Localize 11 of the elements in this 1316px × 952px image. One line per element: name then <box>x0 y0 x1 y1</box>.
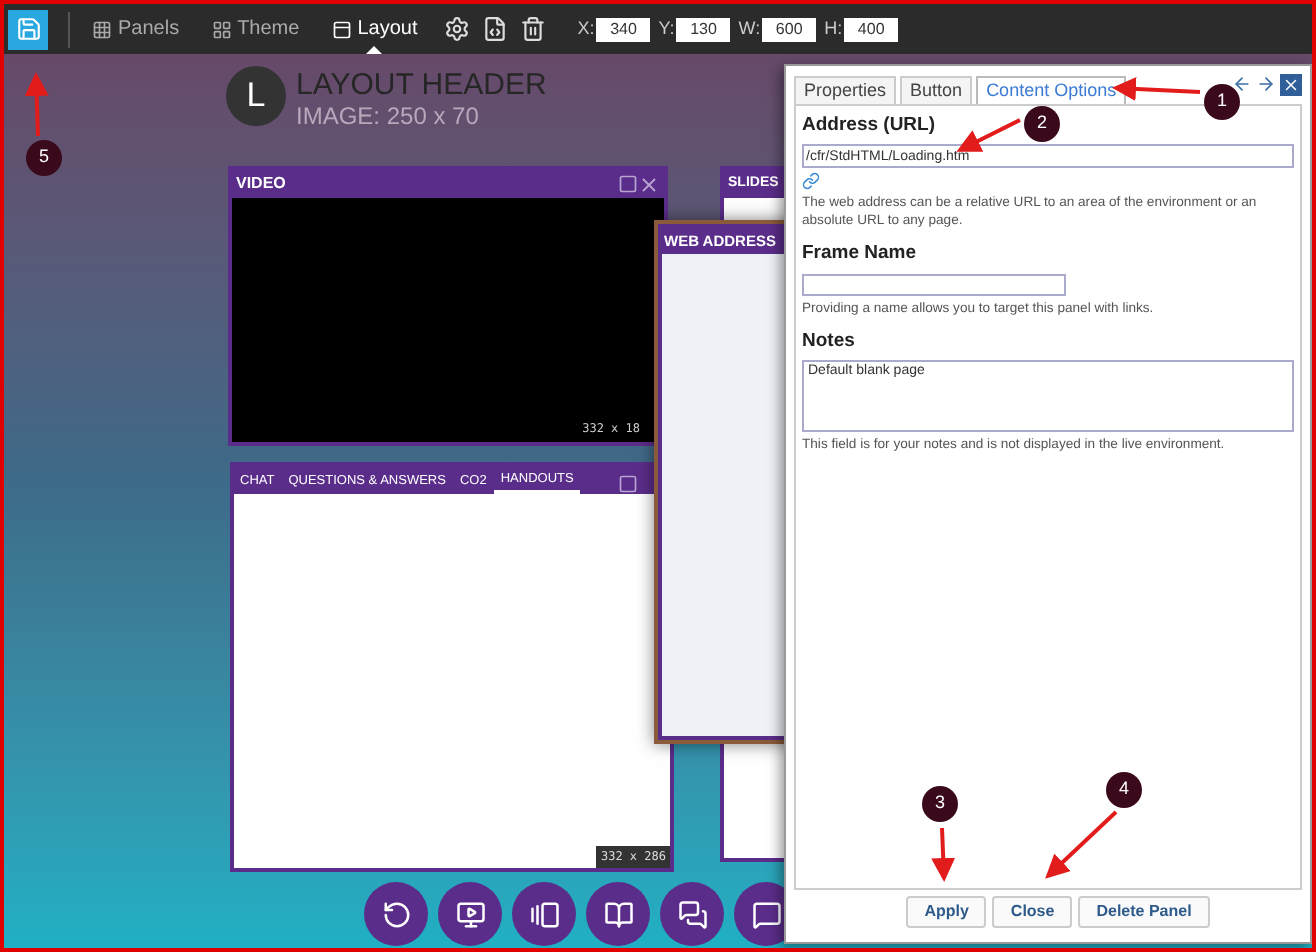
field-label: W: <box>738 15 761 42</box>
field-heading: Address (URL) <box>802 112 936 140</box>
header-title: LAYOUT HEADER <box>296 68 547 102</box>
panel-title: VIDEO <box>236 172 288 196</box>
field-label: H: <box>824 15 843 42</box>
field-label: X: <box>577 15 595 42</box>
step-number: 5 <box>26 140 62 176</box>
field-heading: Frame Name <box>802 240 917 269</box>
header-subtitle: IMAGE: 250 x 70 <box>296 102 479 130</box>
field-label: Y: <box>658 15 675 42</box>
field-heading: Notes <box>802 327 855 355</box>
